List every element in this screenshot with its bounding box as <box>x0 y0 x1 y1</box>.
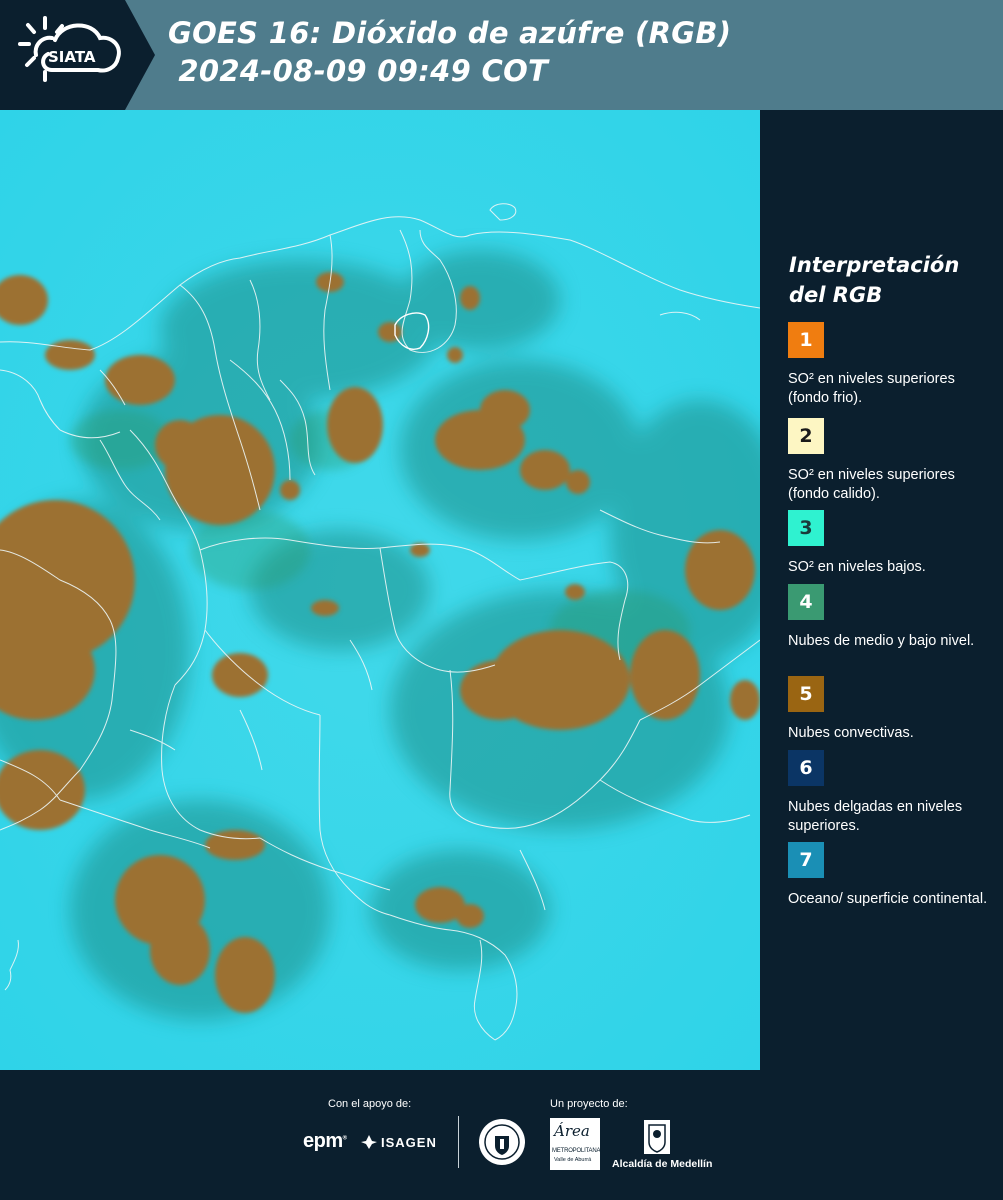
legend-number: 6 <box>799 757 813 779</box>
legend-panel: Interpretación del RGB 1 SO² en niveles … <box>760 110 1003 1070</box>
isagen-logo: ISAGEN <box>360 1134 437 1150</box>
area-logo-sub2: Valle de Aburrá <box>554 1157 592 1163</box>
legend-item-6: 6 Nubes delgadas en niveles superiores. <box>788 750 988 836</box>
legend-label: Oceano/ superficie continental. <box>788 891 988 907</box>
medellin-seal-icon <box>478 1118 526 1166</box>
alcaldia-shield-icon <box>642 1118 672 1158</box>
alcaldia-label: Alcaldía de Medellín <box>612 1158 713 1170</box>
legend-item-5: 5 Nubes convectivas. <box>788 676 988 743</box>
legend-item-1: 1 SO² en niveles superiores (fondo frio)… <box>788 322 988 408</box>
title-line-2: 2024-08-09 09:49 COT <box>168 54 549 88</box>
header-bar: SIATA GOES 16: Dióxido de azúfre (RGB) 2… <box>0 0 1003 110</box>
project-label: Un proyecto de: <box>550 1098 628 1110</box>
siata-logo: SIATA <box>0 0 155 110</box>
legend-number: 1 <box>799 329 813 351</box>
title-line-1: GOES 16: Dióxido de azúfre (RGB) <box>168 16 732 50</box>
legend-swatch: 5 <box>788 676 824 712</box>
area-metropolitana-logo: Área METROPOLITANA Valle de Aburrá <box>550 1118 600 1170</box>
legend-swatch: 2 <box>788 418 824 454</box>
legend-number: 5 <box>799 683 813 705</box>
legend-swatch: 4 <box>788 584 824 620</box>
legend-title: Interpretación del RGB <box>789 250 959 310</box>
legend-number: 4 <box>799 591 813 613</box>
legend-title-line-1: Interpretación <box>789 253 960 277</box>
legend-item-4: 4 Nubes de medio y bajo nivel. <box>788 584 988 651</box>
legend-label: Nubes de medio y bajo nivel. <box>788 633 975 649</box>
footer: Con el apoyo de: Un proyecto de: epm® IS… <box>0 1070 1003 1200</box>
area-logo-sub1: METROPOLITANA <box>552 1148 601 1154</box>
satellite-rgb-map <box>0 110 760 1070</box>
legend-swatch: 6 <box>788 750 824 786</box>
page-title: GOES 16: Dióxido de azúfre (RGB) 2024-08… <box>168 14 731 90</box>
legend-item-2: 2 SO² en niveles superiores (fondo calid… <box>788 418 988 504</box>
legend-item-3: 3 SO² en niveles bajos. <box>788 510 988 577</box>
epm-logo: epm® <box>303 1130 347 1152</box>
isagen-mark-icon <box>361 1135 377 1149</box>
legend-label: SO² en niveles bajos. <box>788 559 926 575</box>
isagen-logo-text: ISAGEN <box>381 1134 437 1150</box>
legend-number: 7 <box>799 849 813 871</box>
legend-number: 3 <box>799 517 813 539</box>
legend-item-7: 7 Oceano/ superficie continental. <box>788 842 988 909</box>
siata-logo-text: SIATA <box>48 48 96 66</box>
area-logo-name: Área <box>554 1122 590 1140</box>
legend-label: Nubes convectivas. <box>788 725 914 741</box>
legend-swatch: 7 <box>788 842 824 878</box>
legend-label: SO² en niveles superiores (fondo frio). <box>788 371 955 406</box>
legend-swatch: 3 <box>788 510 824 546</box>
legend-title-line-2: del RGB <box>789 283 883 307</box>
footer-divider <box>458 1116 459 1168</box>
support-label: Con el apoyo de: <box>328 1098 412 1110</box>
legend-label: Nubes delgadas en niveles superiores. <box>788 799 963 834</box>
legend-swatch: 1 <box>788 322 824 358</box>
legend-number: 2 <box>799 425 813 447</box>
epm-logo-text: epm <box>303 1130 343 1152</box>
legend-label: SO² en niveles superiores (fondo calido)… <box>788 467 955 502</box>
